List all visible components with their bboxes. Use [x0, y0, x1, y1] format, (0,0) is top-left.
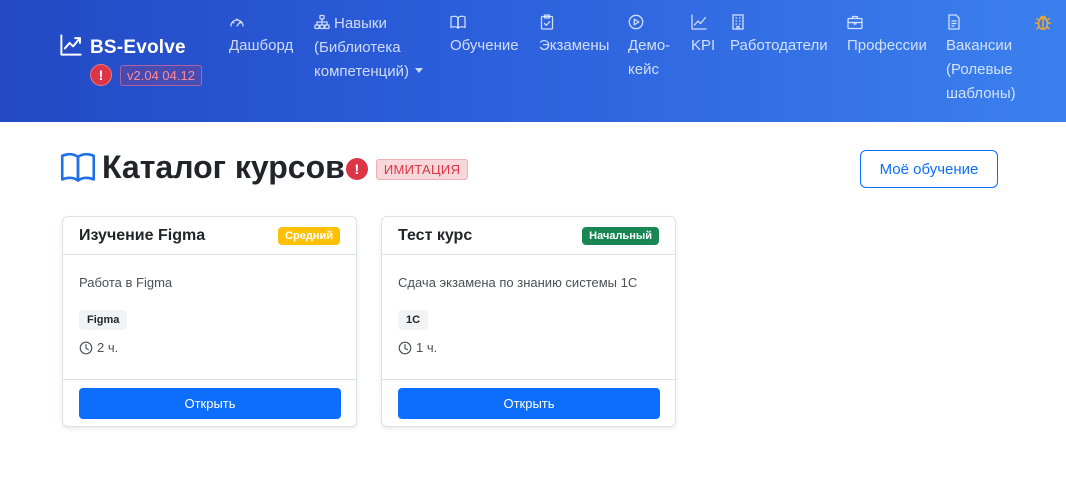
skill-tag: 1С — [398, 310, 429, 330]
diagram-icon — [314, 14, 330, 30]
nav-employers-label: Работодатели — [730, 37, 828, 54]
nav-vacancies-label-line3: шаблоны) — [946, 85, 1016, 102]
nav-democase-label-line1: Демо- — [628, 37, 671, 54]
graph-up-icon — [60, 34, 82, 61]
nav-professions[interactable]: Профессии — [847, 12, 927, 58]
nav-exams-label: Экзамены — [539, 37, 610, 54]
page-header: Каталог курсов ! ИМИТАЦИЯ — [60, 146, 469, 188]
book-icon — [450, 14, 466, 30]
nav-democase[interactable]: Демо- кейс — [628, 12, 670, 82]
course-description: Сдача экзамена по знанию системы 1С — [398, 275, 638, 290]
clipboard-check-icon — [539, 14, 555, 30]
nav-skills-label-line2: (Библиотека — [314, 39, 401, 56]
top-navbar: BS-Evolve ! v2.04 04.12 Дашборд Навыки (… — [0, 0, 1066, 122]
my-learning-button[interactable]: Моё обучение — [860, 150, 998, 188]
nav-exams[interactable]: Экзамены — [539, 12, 609, 58]
nav-vacancies[interactable]: Вакансии (Ролевые шаблоны) — [946, 12, 1016, 106]
card-footer: Открыть — [382, 379, 675, 427]
duration-value: 1 ч. — [416, 340, 438, 355]
page-title: Каталог курсов — [102, 149, 345, 185]
level-badge: Начальный — [582, 226, 659, 245]
card-body: Работа в Figma Figma 2 ч. — [63, 255, 356, 379]
chevron-down-icon — [415, 68, 424, 73]
course-card: Тест курс Начальный Сдача экзамена по зн… — [381, 216, 676, 427]
open-course-button[interactable]: Открыть — [398, 388, 660, 419]
briefcase-icon — [847, 14, 863, 30]
card-body: Сдача экзамена по знанию системы 1С 1С 1… — [382, 255, 675, 379]
nav-dashboard[interactable]: Дашборд — [229, 12, 293, 58]
level-badge: Средний — [278, 226, 340, 245]
brand-link[interactable]: BS-Evolve — [60, 34, 186, 61]
nav-learning-label: Обучение — [450, 37, 519, 54]
book-icon — [60, 149, 96, 185]
brand-meta: ! v2.04 04.12 — [90, 64, 202, 86]
bug-icon[interactable] — [1034, 13, 1052, 31]
duration-value: 2 ч. — [97, 340, 119, 355]
imitation-badge: ИМИТАЦИЯ — [375, 158, 469, 180]
course-title: Тест курс — [398, 226, 473, 244]
nav-vacancies-label-line1: Вакансии — [946, 37, 1013, 54]
nav-employers[interactable]: Работодатели — [730, 12, 828, 58]
nav-vacancies-label-line2: (Ролевые — [946, 61, 1013, 78]
nav-professions-label: Профессии — [847, 37, 927, 54]
play-circle-icon — [628, 14, 644, 30]
alert-icon[interactable]: ! — [90, 64, 112, 86]
course-duration: 2 ч. — [79, 340, 340, 355]
version-badge: v2.04 04.12 — [120, 64, 202, 86]
clock-icon — [79, 341, 93, 355]
skill-tag: Figma — [79, 310, 128, 330]
speedometer-icon — [229, 14, 245, 30]
course-duration: 1 ч. — [398, 340, 659, 355]
course-card: Изучение Figma Средний Работа в Figma Fi… — [62, 216, 357, 427]
file-text-icon — [946, 14, 962, 30]
nav-skills-label-line1: Навыки — [334, 15, 387, 32]
open-course-button[interactable]: Открыть — [79, 388, 341, 419]
nav-skills-dropdown[interactable]: Навыки (Библиотека компетенций) — [314, 12, 424, 84]
card-footer: Открыть — [63, 379, 356, 427]
nav-dashboard-label: Дашборд — [229, 37, 294, 54]
building-icon — [730, 14, 746, 30]
nav-kpi[interactable]: KPI — [691, 12, 715, 58]
nav-skills-label-line3: компетенций) — [314, 63, 410, 80]
card-header: Тест курс Начальный — [382, 217, 675, 255]
course-title: Изучение Figma — [79, 226, 206, 244]
clock-icon — [398, 341, 412, 355]
brand-name: BS-Evolve — [90, 36, 186, 58]
card-header: Изучение Figma Средний — [63, 217, 356, 255]
graph-up-icon — [691, 14, 707, 30]
alert-icon[interactable]: ! — [345, 158, 368, 180]
nav-learning[interactable]: Обучение — [450, 12, 519, 58]
nav-democase-label-line2: кейс — [628, 61, 659, 78]
course-description: Работа в Figma — [79, 275, 173, 290]
nav-kpi-label: KPI — [691, 37, 716, 54]
